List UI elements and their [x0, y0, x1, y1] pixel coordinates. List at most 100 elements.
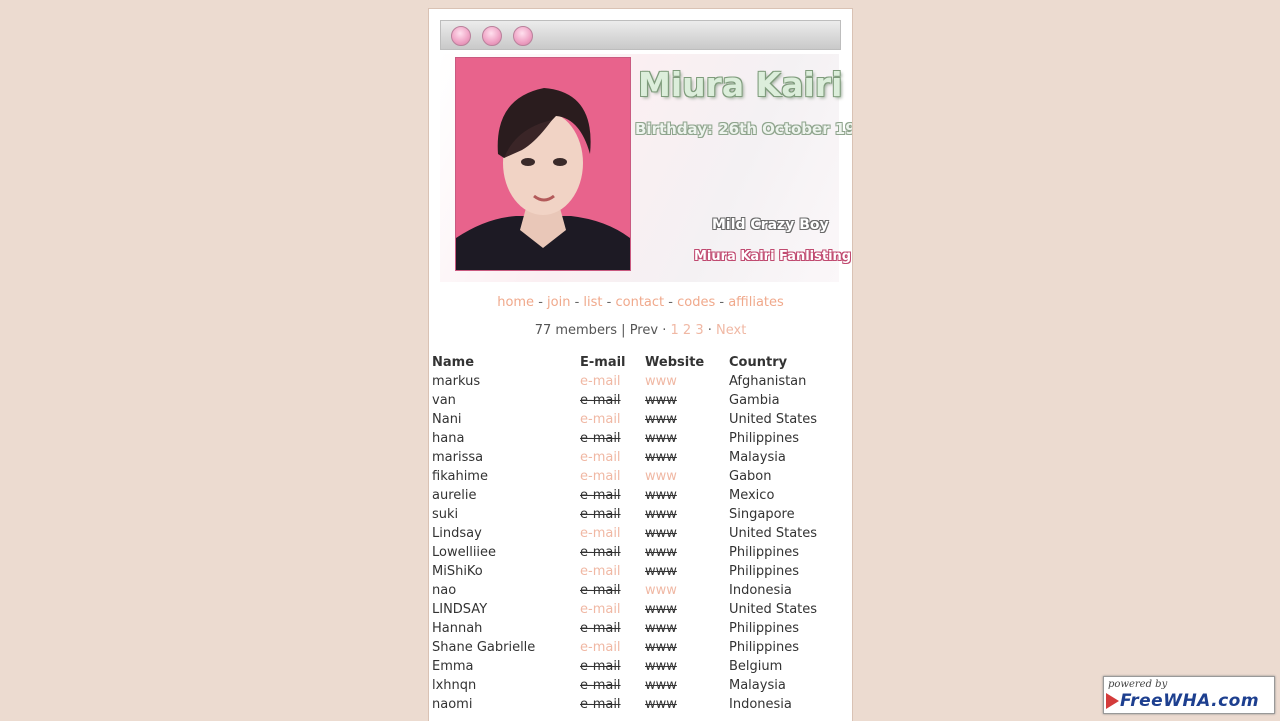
email-disabled: e-mail	[580, 393, 621, 408]
member-country: Malaysia	[729, 450, 786, 465]
website-disabled: www	[645, 678, 677, 693]
member-country: United States	[729, 602, 818, 617]
member-name: Emma	[432, 659, 474, 674]
website-disabled: www	[645, 526, 677, 541]
member-country: Singapore	[729, 507, 795, 522]
fanlisting-layout: Miura Kairi Birthday: 26th October 1996 …	[428, 8, 853, 721]
website-disabled: www	[645, 488, 677, 503]
page-2-link[interactable]: 2	[683, 323, 691, 338]
column-header-email: E-mail	[580, 355, 626, 370]
email-link[interactable]: e-mail	[580, 412, 621, 427]
column-header-country: Country	[729, 355, 788, 370]
email-link[interactable]: e-mail	[580, 450, 621, 465]
member-name: Shane Gabrielle	[432, 640, 536, 655]
nav-list[interactable]: list	[583, 295, 602, 310]
nav-contact[interactable]: contact	[615, 295, 664, 310]
member-name: markus	[432, 374, 481, 389]
next-page-link[interactable]: Next	[716, 323, 746, 338]
nav-affiliates[interactable]: affiliates	[728, 295, 784, 310]
member-name: Hannah	[432, 621, 483, 636]
powered-by-label: powered by	[1108, 679, 1168, 690]
member-country: Philippines	[729, 564, 800, 579]
member-country: Indonesia	[729, 697, 792, 712]
email-disabled: e-mail	[580, 659, 621, 674]
page-1-link[interactable]: 1	[670, 323, 678, 338]
website-disabled: www	[645, 640, 677, 655]
window-bar	[440, 20, 841, 50]
email-disabled: e-mail	[580, 488, 621, 503]
main-nav: home - join - list - contact - codes - a…	[429, 295, 852, 310]
member-name: lxhnqn	[432, 678, 477, 693]
member-count: 77 members | Prev ·	[534, 323, 667, 338]
nav-separator: -	[534, 295, 548, 310]
pagination-dot: ·	[707, 323, 712, 338]
member-country: Malaysia	[729, 678, 786, 693]
column-header-website: Website	[645, 355, 705, 370]
website-disabled: www	[645, 431, 677, 446]
window-button-1[interactable]	[451, 26, 471, 46]
member-country: United States	[729, 412, 818, 427]
website-disabled: www	[645, 602, 677, 617]
member-name: MiShiKo	[432, 564, 483, 579]
email-link[interactable]: e-mail	[580, 640, 621, 655]
member-country: Philippines	[729, 431, 800, 446]
email-link[interactable]: e-mail	[580, 602, 621, 617]
website-disabled: www	[645, 545, 677, 560]
email-disabled: e-mail	[580, 583, 621, 598]
portrait-image	[456, 58, 630, 270]
nav-separator: -	[602, 295, 616, 310]
email-disabled: e-mail	[580, 545, 621, 560]
email-disabled: e-mail	[580, 678, 621, 693]
column-header-name: Name	[432, 355, 475, 370]
window-button-2[interactable]	[482, 26, 502, 46]
member-name: Lindsay	[432, 526, 482, 541]
nav-separator: -	[570, 295, 584, 310]
member-name: Nani	[432, 412, 462, 427]
pagination: 77 members | Prev · 1 2 3 · Next	[429, 323, 852, 338]
member-name: hana	[432, 431, 465, 446]
email-link[interactable]: e-mail	[580, 374, 621, 389]
website-link[interactable]: www	[645, 583, 677, 598]
site-title: Miura Kairi	[638, 65, 843, 104]
powered-by-badge[interactable]: powered by FreeWHA.com	[1103, 676, 1275, 714]
member-name: LINDSAY	[432, 602, 488, 617]
website-disabled: www	[645, 697, 677, 712]
email-disabled: e-mail	[580, 431, 621, 446]
member-country: Philippines	[729, 621, 800, 636]
arrow-icon	[1106, 693, 1119, 709]
member-country: Philippines	[729, 545, 800, 560]
member-country: Belgium	[729, 659, 783, 674]
page-3-link[interactable]: 3	[695, 323, 703, 338]
member-country: Mexico	[729, 488, 775, 503]
profile-photo	[455, 57, 631, 271]
email-link[interactable]: e-mail	[580, 469, 621, 484]
website-disabled: www	[645, 450, 677, 465]
member-country: Indonesia	[729, 583, 792, 598]
nav-separator: -	[715, 295, 729, 310]
member-country: Philippines	[729, 640, 800, 655]
member-name: suki	[432, 507, 459, 522]
website-disabled: www	[645, 412, 677, 427]
email-disabled: e-mail	[580, 697, 621, 712]
member-country: Gabon	[729, 469, 772, 484]
email-link[interactable]: e-mail	[580, 526, 621, 541]
nav-join[interactable]: join	[547, 295, 570, 310]
member-name: van	[432, 393, 456, 408]
email-link[interactable]: e-mail	[580, 564, 621, 579]
website-disabled: www	[645, 659, 677, 674]
member-name: marissa	[432, 450, 484, 465]
website-disabled: www	[645, 621, 677, 636]
website-link[interactable]: www	[645, 469, 677, 484]
song-title: Mild Crazy Boy	[712, 217, 829, 233]
website-link[interactable]: www	[645, 374, 677, 389]
header-banner: Miura Kairi Birthday: 26th October 1996 …	[440, 54, 852, 282]
fanlisting-title: Miura Kairi Fanlisting	[694, 249, 852, 264]
nav-home[interactable]: home	[497, 295, 534, 310]
website-disabled: www	[645, 507, 677, 522]
member-country: United States	[729, 526, 818, 541]
nav-separator: -	[664, 295, 678, 310]
window-button-3[interactable]	[513, 26, 533, 46]
nav-codes[interactable]: codes	[677, 295, 715, 310]
member-name: naomi	[432, 697, 473, 712]
member-name: nao	[432, 583, 457, 598]
